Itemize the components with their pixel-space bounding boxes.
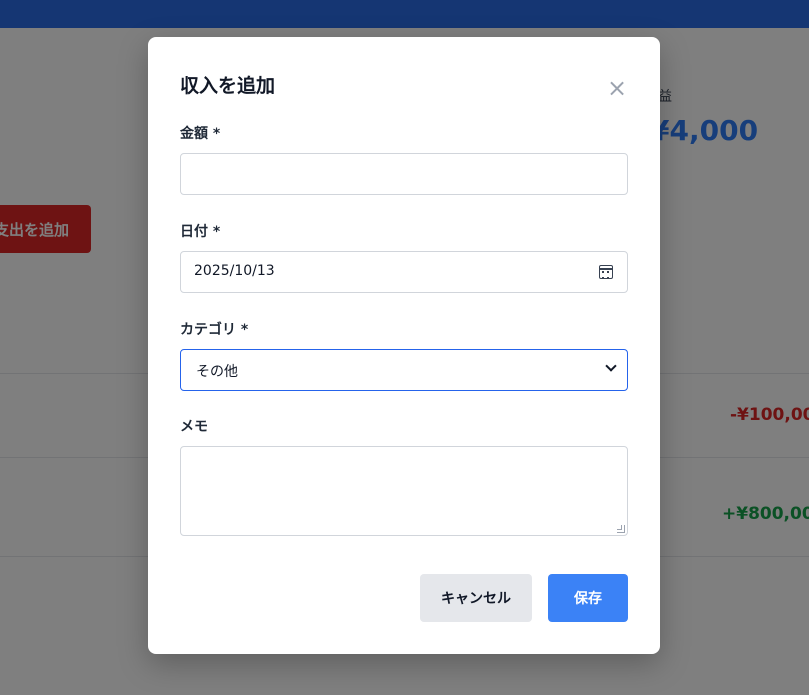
calendar-icon[interactable] <box>599 265 613 279</box>
chevron-down-icon <box>605 360 617 372</box>
resize-handle-icon[interactable] <box>617 525 625 533</box>
cancel-button[interactable]: キャンセル <box>420 574 532 622</box>
category-label: カテゴリ * <box>180 322 249 338</box>
date-label: 日付 * <box>180 224 221 240</box>
save-button[interactable]: 保存 <box>548 574 628 622</box>
memo-label: メモ <box>180 419 208 435</box>
date-value: 2025/10/13 <box>194 263 275 279</box>
category-select[interactable]: その他 <box>180 349 628 391</box>
close-icon[interactable]: × <box>606 76 628 100</box>
date-input[interactable]: 2025/10/13 <box>180 251 628 293</box>
memo-textarea[interactable] <box>180 446 628 536</box>
dialog-title: 収入を追加 <box>180 75 276 97</box>
category-selected-value: その他 <box>196 364 238 380</box>
amount-input[interactable] <box>180 153 628 195</box>
amount-label: 金額 * <box>180 126 221 142</box>
add-income-dialog: 収入を追加 × 金額 * 日付 * 2025/10/13 カテゴリ * その他 … <box>148 37 660 654</box>
